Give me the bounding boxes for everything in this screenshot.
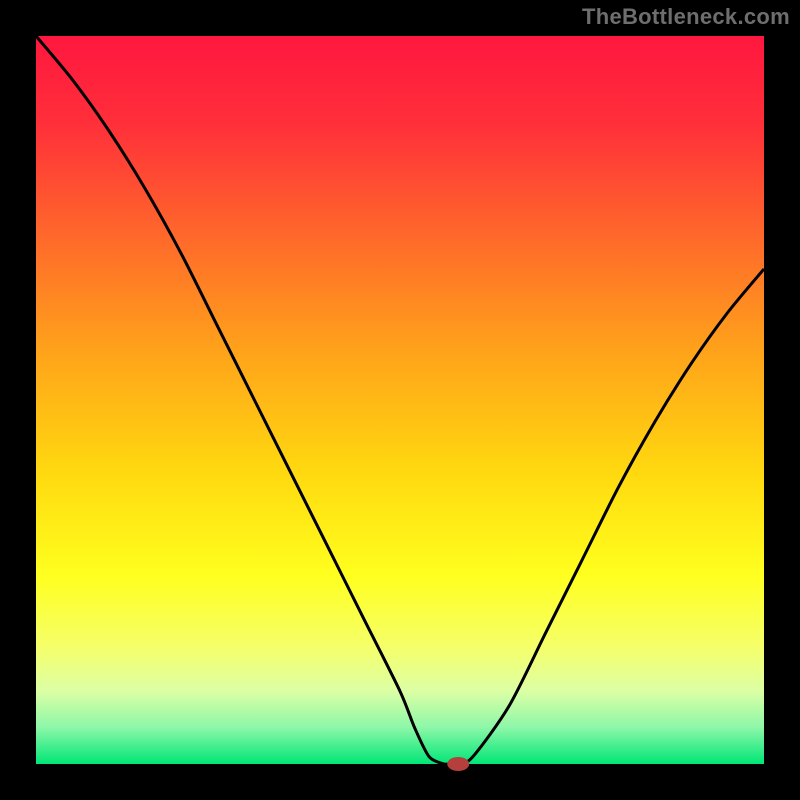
- watermark-text: TheBottleneck.com: [582, 4, 790, 30]
- bottleneck-chart: [0, 0, 800, 800]
- chart-stage: TheBottleneck.com: [0, 0, 800, 800]
- gradient-panel: [36, 36, 764, 764]
- bottleneck-marker: [447, 757, 469, 771]
